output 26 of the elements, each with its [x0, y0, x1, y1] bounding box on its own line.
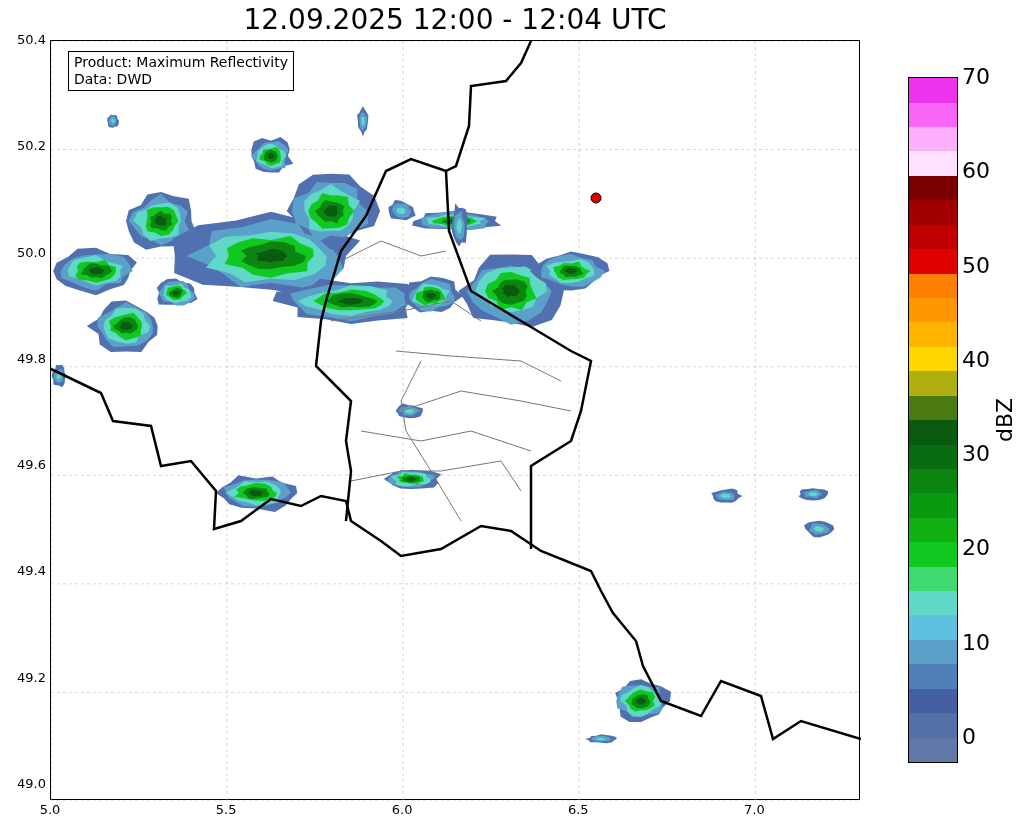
- y-tick-label: 49.4: [17, 563, 46, 580]
- y-tick-label: 49.8: [17, 350, 46, 367]
- info-text: Product: Maximum Reflectivity: [74, 54, 288, 71]
- y-tick-label: 50.4: [17, 32, 46, 48]
- scale-tick-label: 20: [962, 535, 990, 562]
- x-tick-label: 7.0: [744, 802, 765, 818]
- scale-tick-label: 60: [962, 158, 990, 185]
- scale-tick-label: 30: [962, 441, 990, 468]
- x-tick-label: 5.0: [39, 802, 61, 818]
- x-tick-label: 6.5: [567, 802, 589, 818]
- info-text: Data: DWD: [74, 71, 153, 88]
- y-tick-label: 49.2: [17, 669, 46, 686]
- y-tick-label: 50.0: [17, 244, 46, 261]
- x-tick-label: 5.5: [215, 802, 237, 818]
- location-marker: [590, 192, 602, 204]
- y-tick-label: 50.2: [17, 138, 46, 155]
- y-tick-label: 49.0: [17, 775, 46, 792]
- chart-title: 12.09.2025 12:00 - 12:04 UTC: [242, 2, 668, 38]
- scale-unit-label: dBZ: [992, 397, 1018, 443]
- y-tick-label: 49.6: [17, 457, 46, 474]
- scale-tick-label: 50: [962, 252, 990, 279]
- scale-tick-label: 70: [962, 64, 990, 90]
- scale-tick-label: 0: [962, 723, 977, 750]
- x-tick-label: 6.0: [391, 802, 413, 818]
- scale-tick-label: 10: [962, 629, 990, 656]
- scale-tick-label: 40: [962, 346, 990, 373]
